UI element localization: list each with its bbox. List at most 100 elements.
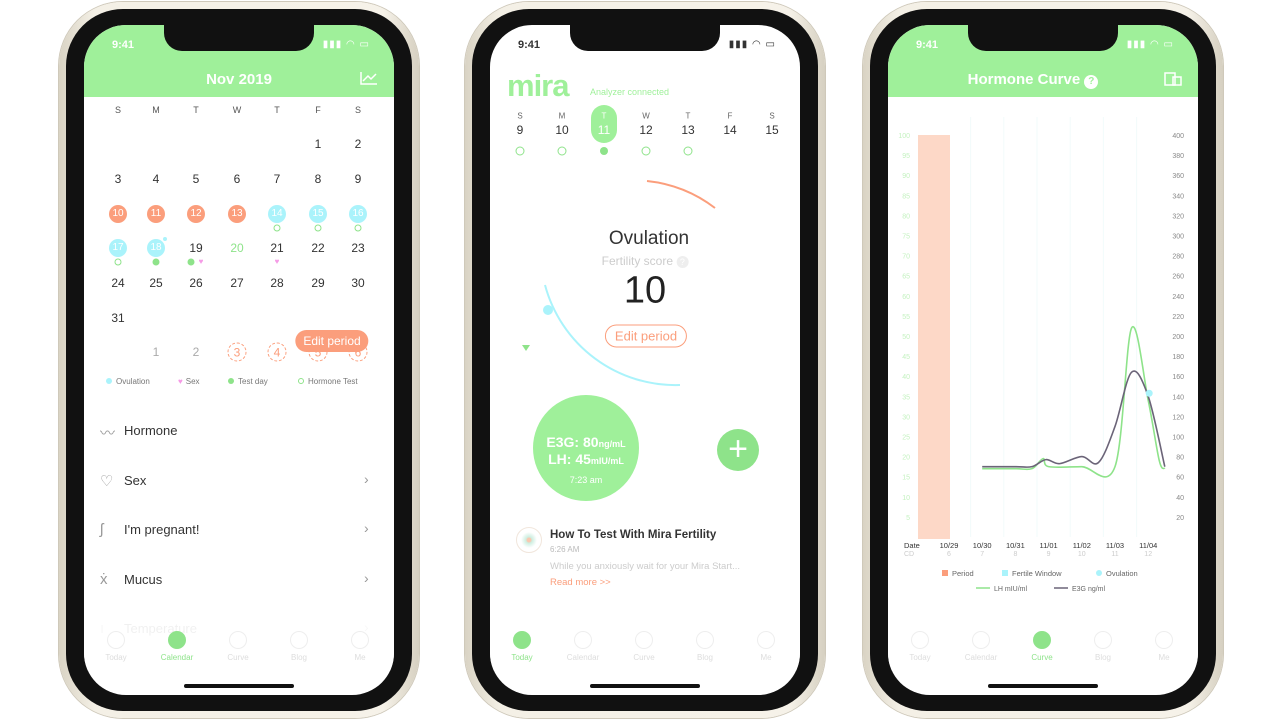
tab-curve[interactable]: Curve [619,631,669,662]
tab-blog[interactable]: Blog [1078,631,1128,662]
calendar-day[interactable]: 30 [349,274,367,292]
calendar-day[interactable]: 2 [349,135,367,153]
left-axis-tick: 45 [902,354,910,361]
tab-me[interactable]: Me [741,631,791,662]
calendar-day[interactable]: 3 [109,170,127,188]
calendar-day[interactable]: 24 [109,274,127,292]
calendar-day[interactable]: 1 [309,135,327,153]
help-icon[interactable]: ? [676,256,689,268]
tab-me[interactable]: Me [335,631,385,662]
calendar-day[interactable]: 13 [228,205,246,223]
calendar-day[interactable]: 28 [268,274,286,292]
calendar-day[interactable]: 29 [309,274,327,292]
week-day-number[interactable]: 14 [723,123,736,137]
left-axis-tick: 80 [902,213,910,220]
week-day-number[interactable]: 15 [765,123,778,137]
legend-label: Hormone Test [308,377,358,386]
phone-calendar: 9:41 ▮▮▮ ◠ ▭ Nov 2019 S M T W T F S 1 2 3 4 5 6 7 8 9 10… [59,2,419,718]
calendar-day[interactable]: 9 [349,170,367,188]
calendar-day[interactable]: 18 [147,239,165,257]
calendar-day[interactable]: 11 [147,205,165,223]
week-day-number[interactable]: 10 [555,123,568,137]
legend-swatch [1002,570,1008,576]
calendar-day[interactable]: 25 [147,274,165,292]
calendar-day[interactable]: 26 [187,274,205,292]
user-icon [757,631,775,649]
calendar-day[interactable]: 20 [228,239,246,257]
tab-blog[interactable]: Blog [274,631,324,662]
calendar-day[interactable]: 12 [187,205,205,223]
list-item-mucus[interactable]: ẋ Mucus › [84,569,394,593]
ovulation-icon [1096,570,1102,576]
tab-today[interactable]: Today [895,631,945,662]
tab-today[interactable]: Today [91,631,141,662]
list-item-sex[interactable]: ♡ Sex › [84,470,394,494]
calendar-day[interactable]: 15 [309,205,327,223]
week-day-number[interactable]: 12 [639,123,652,137]
left-axis-tick: 5 [906,515,910,522]
test-result-bubble[interactable]: E3G: 80ng/mL LH: 45mIU/mL 7:23 am [533,395,639,501]
edit-period-button[interactable]: Edit period [295,330,369,352]
calendar-day[interactable]: 4 [267,342,287,362]
week-day-letter: S [769,111,775,121]
tab-label: Blog [1094,653,1111,662]
line-chart-icon[interactable] [360,71,378,85]
edit-period-button[interactable]: Edit period [604,324,688,348]
tab-label: Calendar [566,653,600,662]
calendar-day[interactable]: 22 [309,239,327,257]
home-indicator [988,684,1098,688]
left-axis-tick: 15 [902,475,910,482]
calendar-day[interactable]: 8 [309,170,327,188]
calendar-day[interactable]: 27 [228,274,246,292]
hormone-test-icon [298,378,304,384]
week-day-number[interactable]: 9 [517,123,524,137]
calendar-day[interactable]: 6 [228,170,246,188]
list-item-hormone[interactable]: 〰 Hormone [84,420,394,444]
tab-calendar[interactable]: Calendar [152,631,202,662]
tab-calendar[interactable]: Calendar [558,631,608,662]
left-axis-tick: 55 [902,314,910,321]
hormone-test-icon [683,146,693,156]
list-item-i-m-pregnant-[interactable]: ʃ I'm pregnant! › [84,519,394,543]
calendar-day[interactable]: 14 [268,205,286,223]
ovulation-marker [1145,389,1153,397]
lh-label: LH: [548,451,576,467]
article-excerpt: While you anxiously wait for your Mira S… [550,561,741,572]
calendar-day[interactable]: 7 [268,170,286,188]
curve-title-text: Hormone Curve [967,71,1081,88]
tab-me[interactable]: Me [1139,631,1189,662]
devices-icon[interactable] [1164,72,1182,86]
help-icon[interactable]: ? [1084,75,1099,89]
calendar-day[interactable]: 31 [109,309,127,327]
tab-calendar[interactable]: Calendar [956,631,1006,662]
tab-label: Today [909,653,931,662]
tab-blog[interactable]: Blog [680,631,730,662]
x-axis-tick: 10/29 [940,541,959,550]
month-title[interactable]: Nov 2019 [84,71,394,88]
calendar-day[interactable]: 23 [349,239,367,257]
calendar-day[interactable]: 5 [187,170,205,188]
hormone-test-icon [273,224,281,232]
calendar-day[interactable]: 17 [109,239,127,257]
calendar-day[interactable]: 10 [109,205,127,223]
calendar-day[interactable]: 1 [147,343,165,361]
article-title[interactable]: How To Test With Mira Fertility [550,529,716,541]
calendar-day[interactable]: 19 [187,239,205,257]
read-more-link[interactable]: Read more >> [550,577,611,588]
calendar-day[interactable]: 16 [349,205,367,223]
add-test-button[interactable]: + [717,429,759,471]
left-axis-tick: 40 [902,374,910,381]
cd-tick: 8 [1013,551,1017,558]
tab-curve[interactable]: Curve [1017,631,1067,662]
week-day-number[interactable]: 13 [681,123,694,137]
calendar-day[interactable]: 21 [268,239,286,257]
right-axis-tick: 200 [1172,334,1184,341]
right-axis-tick: 360 [1172,173,1184,180]
calendar-day[interactable]: 2 [187,343,205,361]
calendar-day[interactable]: 3 [227,342,247,362]
tab-today[interactable]: Today [497,631,547,662]
calendar-day[interactable]: 4 [147,170,165,188]
cycle-position-marker [543,305,553,315]
week-day-number[interactable]: 11 [598,123,610,137]
tab-curve[interactable]: Curve [213,631,263,662]
